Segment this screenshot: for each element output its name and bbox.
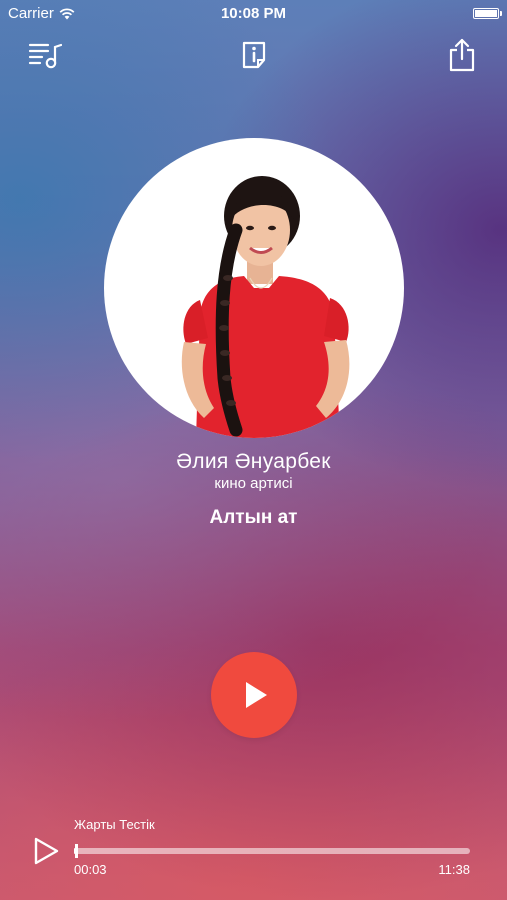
artist-photo (104, 138, 404, 438)
status-time: 10:08 PM (220, 5, 287, 22)
total-time: 11:38 (438, 862, 470, 877)
now-playing-title: Жарты Тестік (74, 817, 155, 832)
share-icon (449, 38, 475, 72)
playlist-button[interactable] (28, 38, 62, 72)
status-bar: Carrier 10:08 PM (0, 0, 507, 28)
playlist-music-icon (28, 43, 62, 69)
progress-handle[interactable] (74, 844, 78, 858)
info-icon (242, 41, 266, 69)
artist-portrait-image (181, 176, 350, 438)
play-button[interactable] (211, 652, 297, 738)
share-button[interactable] (445, 38, 479, 72)
info-button[interactable] (237, 38, 271, 72)
artist-role: кино артисі (214, 475, 293, 492)
elapsed-time: 00:03 (74, 862, 107, 877)
play-icon (246, 682, 267, 708)
player-screen: Carrier 10:08 PM Әлия Әнуарбек кино арти… (0, 0, 507, 900)
mini-play-button[interactable] (30, 835, 62, 867)
play-outline-icon (34, 837, 59, 865)
progress-slider[interactable] (74, 844, 470, 858)
track-title: Алтын ат (209, 507, 298, 528)
battery-icon (473, 8, 502, 19)
artist-name: Әлия Әнуарбек (176, 450, 331, 473)
